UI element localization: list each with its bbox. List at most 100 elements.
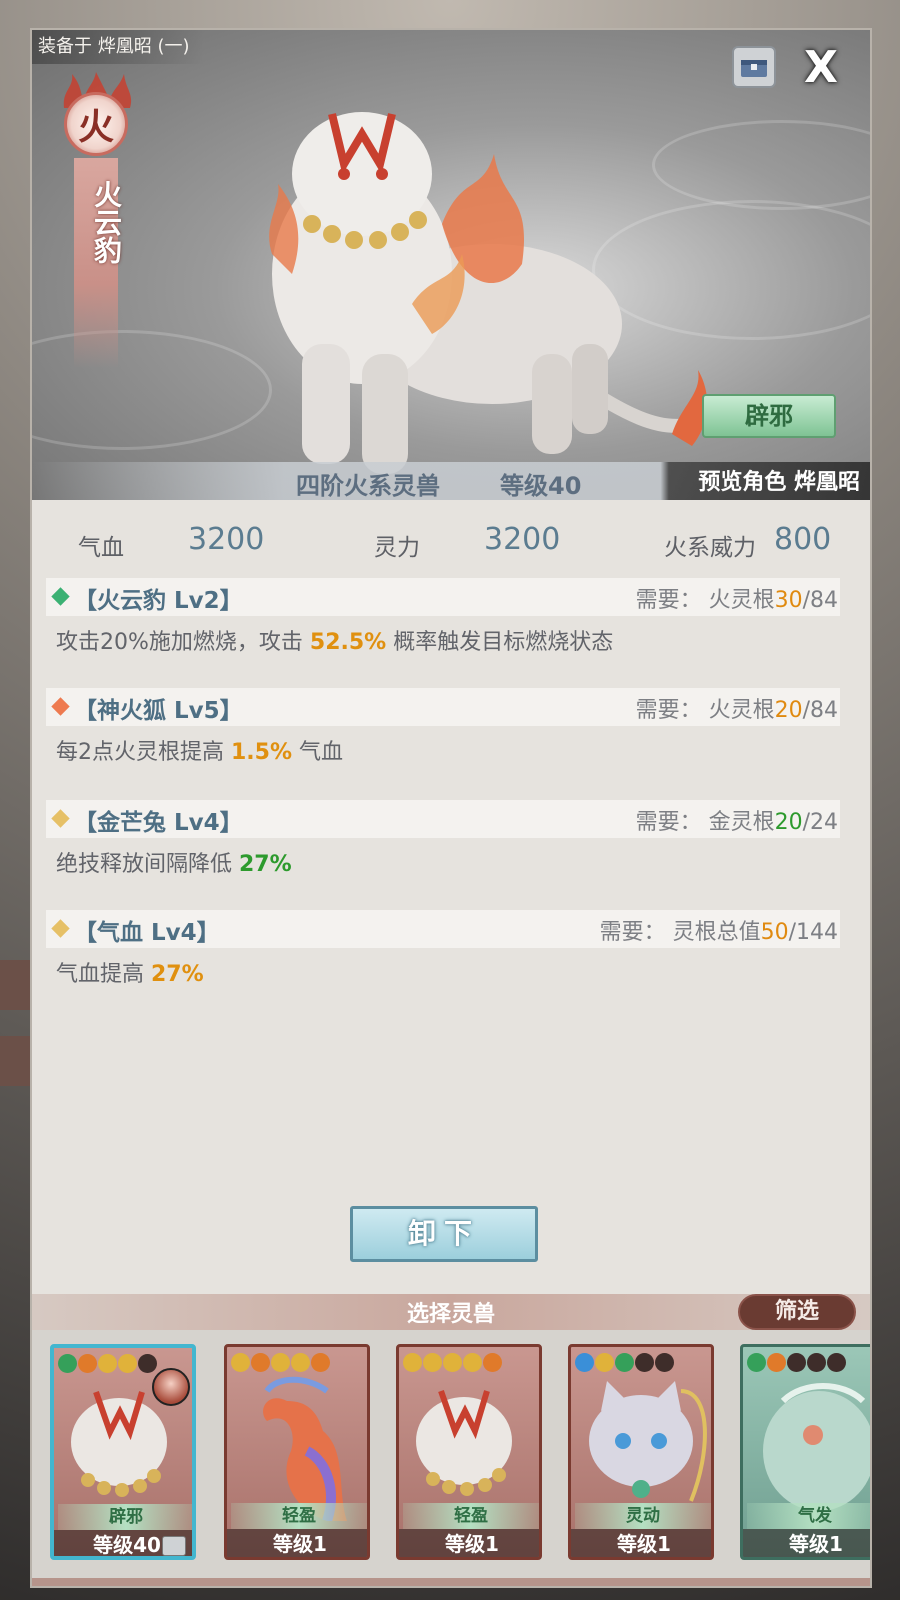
close-button[interactable]: X <box>798 41 844 93</box>
filter-button[interactable]: 筛选 <box>738 1294 856 1330</box>
chest-icon <box>741 60 767 77</box>
skill-item: 【神火狐 Lv5】 需要： 火灵根20/84 每2点火灵根提高 1.5% 气血 <box>46 688 840 774</box>
skill-requirement: 需要： 火灵根20/84 <box>636 692 838 724</box>
preview-character[interactable]: 预览角色 烨凰昭 <box>698 464 860 496</box>
close-icon: X <box>804 41 838 93</box>
req-label: 需要： 火灵根 <box>635 698 775 723</box>
card-level: 等级1 <box>399 1529 539 1557</box>
paw-icon <box>595 1353 614 1372</box>
paw-icon <box>767 1353 786 1372</box>
beast-card[interactable]: 轻盈 等级1 <box>396 1344 542 1560</box>
paw-icon <box>98 1354 117 1373</box>
paw-icon <box>291 1353 310 1372</box>
beast-card[interactable]: 灵动 等级1 <box>568 1344 714 1560</box>
beast-card[interactable]: 轻盈 等级1 <box>224 1344 370 1560</box>
req-current: 20 <box>774 810 803 835</box>
req-current: 50 <box>760 920 789 945</box>
stat-hp-label: 气血 <box>78 535 124 561</box>
qilin-portrait <box>763 1383 870 1511</box>
req-label: 需要： 金灵根 <box>635 810 775 835</box>
skill-requirement: 需要： 金灵根20/24 <box>636 804 838 836</box>
card-trait: 灵动 <box>575 1503 711 1529</box>
paw-icon <box>271 1353 290 1372</box>
req-total: /84 <box>802 698 838 723</box>
stats-row: 气血 3200 灵力 3200 火系威力 800 <box>32 520 870 564</box>
skill-header: 【火云豹 Lv2】 需要： 火灵根30/84 <box>46 578 840 616</box>
beast-hero: 装备于 烨凰昭 (一) X 火 火云豹 辟邪 四阶火系灵兽 等级40 预览角色 … <box>32 30 870 500</box>
diamond-icon <box>51 919 70 938</box>
background-strip <box>0 960 34 1010</box>
desc-text: 攻击20%施加燃烧，攻击 <box>56 630 310 655</box>
desc-text: 气血提高 <box>56 962 151 987</box>
diamond-icon <box>51 809 70 828</box>
panel-bottom-edge <box>32 1578 870 1586</box>
desc-highlight: 1.5% <box>231 740 293 765</box>
card-level: 等级1 <box>227 1529 367 1557</box>
req-current: 20 <box>774 698 803 723</box>
beast-detail-panel: 装备于 烨凰昭 (一) X 火 火云豹 辟邪 四阶火系灵兽 等级40 预览角色 … <box>30 28 872 1588</box>
equipped-on-label: 装备于 烨凰昭 (一) <box>32 30 204 64</box>
skill-item: 【气血 Lv4】 需要： 灵根总值50/144 气血提高 27% <box>46 910 840 996</box>
skill-item: 【金芒兔 Lv4】 需要： 金灵根20/24 绝技释放间隔降低 27% <box>46 800 840 886</box>
paw-icon <box>403 1353 422 1372</box>
paw-icon <box>443 1353 462 1372</box>
diamond-icon <box>51 697 70 716</box>
req-label: 需要： 火灵根 <box>635 588 775 613</box>
skill-name: 【神火狐 Lv5】 <box>74 698 243 724</box>
card-trait: 轻盈 <box>231 1503 367 1529</box>
beast-card[interactable]: 气发 等级1 <box>740 1344 870 1560</box>
skill-description: 攻击20%施加燃烧，攻击 52.5% 概率触发目标燃烧状态 <box>46 616 840 664</box>
beast-card[interactable]: 辟邪 等级40 <box>50 1344 196 1560</box>
unequip-button[interactable]: 卸下 <box>350 1206 538 1262</box>
stat-spirit-value: 3200 <box>484 522 561 557</box>
paw-icon <box>807 1353 826 1372</box>
paw-icon <box>78 1354 97 1373</box>
desc-highlight: 52.5% <box>309 630 387 655</box>
req-label: 需要： 灵根总值 <box>599 920 761 945</box>
beast-tier: 四阶火系灵兽 <box>296 472 440 500</box>
element-fire-icon: 火 <box>64 92 128 156</box>
desc-text: 每2点火灵根提高 <box>56 740 231 765</box>
paw-icon <box>635 1353 654 1372</box>
paw-rating <box>58 1354 157 1374</box>
beast-info-bar: 四阶火系灵兽 等级40 预览角色 烨凰昭 <box>32 462 870 500</box>
paw-icon <box>251 1353 270 1372</box>
paw-icon <box>58 1354 77 1373</box>
desc-highlight: 27% <box>239 852 292 877</box>
paw-icon <box>747 1353 766 1372</box>
paw-rating <box>403 1353 502 1373</box>
skill-name: 【金芒兔 Lv4】 <box>74 810 243 836</box>
paw-icon <box>787 1353 806 1372</box>
paw-icon <box>138 1354 157 1373</box>
paw-icon <box>575 1353 594 1372</box>
paw-icon <box>118 1354 137 1373</box>
beast-card-list[interactable]: 辟邪 等级40 轻盈 等级1 轻盈 等级1 灵动 等级1 气发 等级1 <box>32 1330 870 1586</box>
paw-icon <box>655 1353 674 1372</box>
paw-icon <box>311 1353 330 1372</box>
stat-fire-power-label: 火系威力 <box>664 535 756 561</box>
card-trait: 气发 <box>747 1503 870 1529</box>
beast-level: 等级40 <box>500 472 582 500</box>
stat-hp-value: 3200 <box>188 522 265 557</box>
paw-icon <box>827 1353 846 1372</box>
req-total: /144 <box>788 920 838 945</box>
beast-name: 火云豹 <box>90 180 123 264</box>
desc-text: 绝技释放间隔降低 <box>56 852 239 877</box>
skill-requirement: 需要： 火灵根30/84 <box>636 582 838 614</box>
chest-icon <box>162 1536 186 1556</box>
skill-header: 【气血 Lv4】 需要： 灵根总值50/144 <box>46 910 840 948</box>
paw-icon <box>231 1353 250 1372</box>
bag-button[interactable] <box>732 46 776 88</box>
skill-description: 气血提高 27% <box>46 948 840 996</box>
desc-text: 气血 <box>292 740 344 765</box>
spirit-cat-portrait <box>589 1381 707 1502</box>
diamond-icon <box>51 587 70 606</box>
trait-button[interactable]: 辟邪 <box>702 394 836 438</box>
skill-name: 【气血 Lv4】 <box>74 920 220 946</box>
paw-rating <box>747 1353 846 1373</box>
skill-header: 【神火狐 Lv5】 需要： 火灵根20/84 <box>46 688 840 726</box>
element-badge: 火 火云豹 <box>54 70 140 370</box>
fire-leopard-illustration <box>269 112 708 474</box>
skill-requirement: 需要： 灵根总值50/144 <box>600 914 838 946</box>
desc-highlight: 27% <box>151 962 204 987</box>
